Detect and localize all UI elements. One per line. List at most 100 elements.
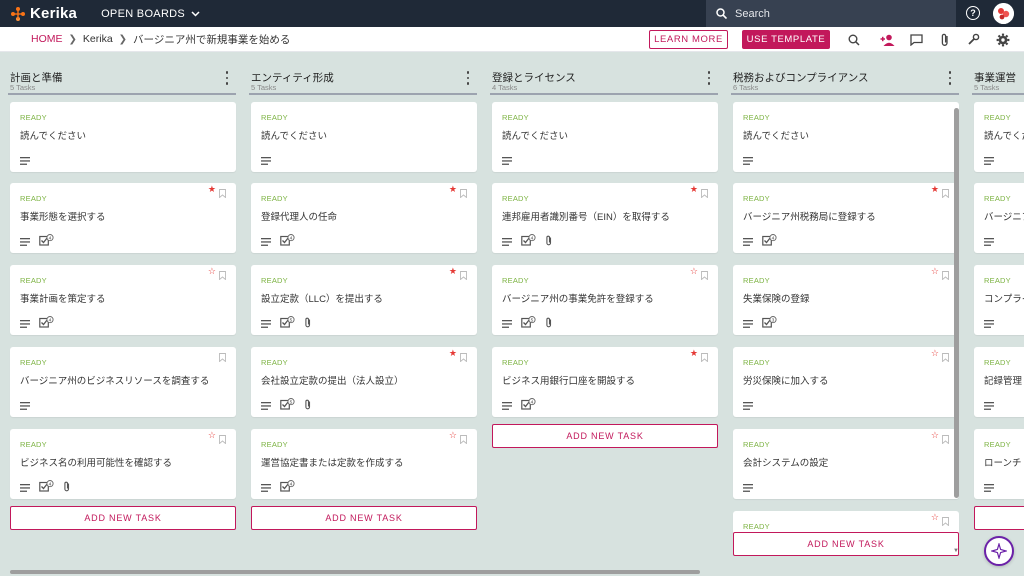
horizontal-scrollbar[interactable]	[10, 570, 700, 574]
task-card[interactable]: READY 読んでください	[492, 102, 718, 172]
task-card[interactable]: ★ READY バージニア州税務局に登録する 4	[733, 183, 959, 253]
task-title: ビジネス用銀行口座を開設する	[502, 376, 636, 387]
task-card[interactable]: READY 記録管理	[974, 347, 1024, 417]
task-card[interactable]: ★ READY 登録代理人の任命 4	[251, 183, 477, 253]
gear-icon[interactable]	[995, 32, 1010, 47]
description-icon	[261, 479, 271, 497]
add-new-task-button[interactable]: ADD NEW TASK	[251, 506, 477, 530]
bookmark-icon[interactable]	[942, 267, 949, 281]
open-boards-menu[interactable]: OPEN BOARDS	[101, 8, 200, 20]
task-card[interactable]: READY 読んでください	[974, 102, 1024, 172]
avatar-image	[993, 3, 1014, 24]
task-card[interactable]: READY 読んでください	[10, 102, 236, 172]
task-card[interactable]: ☆ READY ビジネス名の利用可能性を確認する 4	[10, 429, 236, 499]
bookmark-icon[interactable]	[219, 185, 226, 199]
bookmark-icon[interactable]	[942, 185, 949, 199]
star-filled-icon[interactable]: ★	[690, 349, 698, 358]
search-box[interactable]	[706, 0, 956, 27]
bookmark-icon[interactable]	[219, 349, 226, 363]
star-outline-icon[interactable]: ☆	[208, 267, 216, 276]
task-icons: 4	[743, 233, 777, 251]
task-icons: 4	[261, 479, 295, 497]
bookmark-icon[interactable]	[942, 513, 949, 527]
task-card[interactable]: ★ READY ビジネス用銀行口座を開設する 4	[492, 347, 718, 417]
star-filled-icon[interactable]: ★	[449, 185, 457, 194]
star-outline-icon[interactable]: ☆	[931, 513, 939, 522]
column-menu-icon[interactable]	[465, 71, 471, 85]
task-card[interactable]: ☆ READY バージニア州の事業免許を登録する 5	[492, 265, 718, 335]
scroll-down-icon[interactable]: ▼	[953, 548, 959, 554]
star-outline-icon[interactable]: ☆	[931, 431, 939, 440]
task-card[interactable]: ☆ READY 失業保険の登録 3	[733, 265, 959, 335]
task-card[interactable]: READY 読んでください	[733, 102, 959, 172]
card-flags: ★	[449, 267, 467, 281]
task-card[interactable]: ★ READY 設立定款（LLC）を提出する 5	[251, 265, 477, 335]
task-card[interactable]: READY バージニア州のビジネスリソースを調査する	[10, 347, 236, 417]
task-card[interactable]: ☆ READY 労災保険に加入する	[733, 347, 959, 417]
avatar[interactable]	[993, 3, 1014, 24]
add-new-task-button[interactable]: ADD NEW TASK	[974, 506, 1024, 530]
bookmark-icon[interactable]	[701, 349, 708, 363]
bookmark-icon[interactable]	[219, 431, 226, 445]
star-filled-icon[interactable]: ★	[690, 185, 698, 194]
task-card[interactable]: ☆ READY 運営協定書または定款を作成する 4	[251, 429, 477, 499]
kerika-logo[interactable]: Kerika	[10, 5, 77, 22]
task-card[interactable]: READY コンプライ	[974, 265, 1024, 335]
breadcrumb-org[interactable]: Kerika	[83, 33, 113, 45]
star-filled-icon[interactable]: ★	[449, 267, 457, 276]
bookmark-icon[interactable]	[701, 267, 708, 281]
learn-more-button[interactable]: LEARN MORE	[649, 30, 728, 49]
task-title: 事業形態を選択する	[20, 212, 106, 223]
task-card[interactable]: ★ READY 会社設立定款の提出（法人設立） 5	[251, 347, 477, 417]
description-icon	[984, 315, 994, 333]
bookmark-icon[interactable]	[701, 185, 708, 199]
star-outline-icon[interactable]: ☆	[931, 267, 939, 276]
search-input[interactable]	[735, 7, 935, 20]
column-menu-icon[interactable]	[706, 71, 712, 85]
wrench-icon[interactable]	[966, 32, 981, 47]
task-card[interactable]: READY ローンチ	[974, 429, 1024, 499]
add-new-task-button[interactable]: ADD NEW TASK	[733, 532, 959, 556]
task-card[interactable]: ★ READY 事業形態を選択する 4	[10, 183, 236, 253]
description-icon	[984, 233, 994, 251]
task-card[interactable]: READY 読んでください	[251, 102, 477, 172]
attachment-icon[interactable]	[937, 32, 952, 47]
star-outline-icon[interactable]: ☆	[931, 349, 939, 358]
bookmark-icon[interactable]	[460, 349, 467, 363]
add-new-task-button[interactable]: ADD NEW TASK	[492, 424, 718, 448]
use-template-button[interactable]: USE TEMPLATE	[742, 30, 830, 49]
attachment-icon	[545, 233, 553, 251]
task-card[interactable]: ☆ READY 事業計画を策定する 4	[10, 265, 236, 335]
add-person-icon[interactable]	[880, 32, 895, 47]
task-title: コンプライ	[984, 294, 1024, 305]
bookmark-icon[interactable]	[460, 185, 467, 199]
breadcrumb-home[interactable]: HOME	[31, 33, 63, 45]
column-menu-icon[interactable]	[947, 71, 953, 85]
card-flags: ☆	[208, 267, 226, 281]
star-filled-icon[interactable]: ★	[449, 349, 457, 358]
star-outline-icon[interactable]: ☆	[449, 431, 457, 440]
chat-icon[interactable]	[909, 32, 924, 47]
vertical-scrollbar[interactable]	[954, 108, 959, 498]
task-status: READY	[20, 113, 47, 122]
bookmark-icon[interactable]	[460, 431, 467, 445]
bookmark-icon[interactable]	[942, 431, 949, 445]
bookmark-icon[interactable]	[460, 267, 467, 281]
add-new-task-button[interactable]: ADD NEW TASK	[10, 506, 236, 530]
star-filled-icon[interactable]: ★	[931, 185, 939, 194]
column-menu-icon[interactable]	[224, 71, 230, 85]
task-card[interactable]: ★ READY 連邦雇用者識別番号（EIN）を取得する 4	[492, 183, 718, 253]
checklist-icon: 4	[39, 233, 54, 251]
star-outline-icon[interactable]: ☆	[208, 431, 216, 440]
star-outline-icon[interactable]: ☆	[690, 267, 698, 276]
star-filled-icon[interactable]: ★	[208, 185, 216, 194]
ai-assistant-button[interactable]	[984, 536, 1014, 566]
bookmark-icon[interactable]	[942, 349, 949, 363]
bookmark-icon[interactable]	[219, 267, 226, 281]
task-card[interactable]: ☆ READY 会計システムの設定	[733, 429, 959, 499]
column-task-count: 5 Tasks	[251, 83, 277, 92]
question-circle-icon[interactable]: ?	[966, 6, 980, 20]
search-icon[interactable]	[846, 32, 861, 47]
task-status: READY	[984, 194, 1011, 203]
task-card[interactable]: READY バージニア	[974, 183, 1024, 253]
